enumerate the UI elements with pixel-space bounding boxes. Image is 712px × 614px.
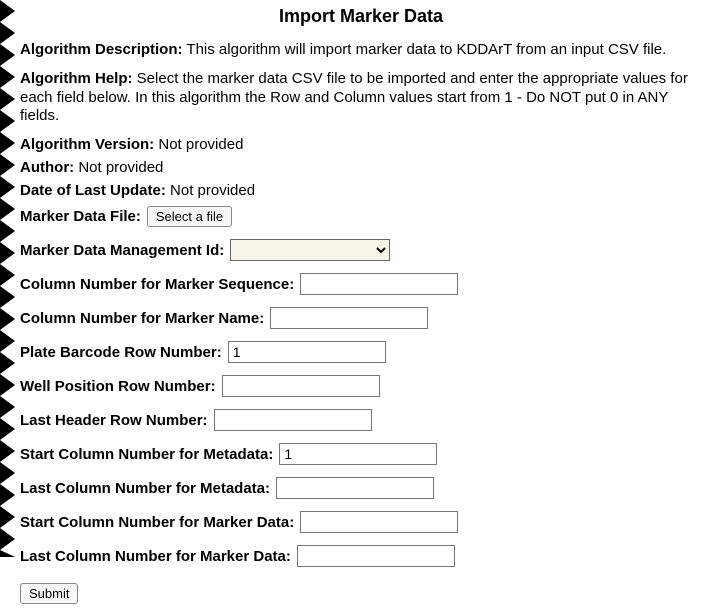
last-header-label: Last Header Row Number: <box>20 412 208 429</box>
author-label: Author: <box>20 159 74 176</box>
col-marker-name-row: Column Number for Marker Name: <box>20 307 702 329</box>
last-col-marker-data-row: Last Column Number for Marker Data: <box>20 545 702 567</box>
plate-barcode-input[interactable] <box>228 341 386 363</box>
algorithm-description: Algorithm Description: This algorithm wi… <box>20 41 702 60</box>
algorithm-description-text: This algorithm will import marker data t… <box>186 41 666 58</box>
start-col-marker-data-label: Start Column Number for Marker Data: <box>20 514 294 531</box>
well-position-input[interactable] <box>222 375 380 397</box>
algorithm-version-text: Not provided <box>158 136 243 153</box>
algorithm-help-label: Algorithm Help: <box>20 70 133 87</box>
last-header-input[interactable] <box>214 409 372 431</box>
start-col-marker-data-input[interactable] <box>300 511 458 533</box>
marker-data-file-row: Marker Data File: Select a file <box>20 206 702 227</box>
algorithm-description-label: Algorithm Description: <box>20 41 183 58</box>
start-col-metadata-row: Start Column Number for Metadata: <box>20 443 702 465</box>
algorithm-version: Algorithm Version: Not provided <box>20 136 702 155</box>
start-col-metadata-input[interactable] <box>279 443 437 465</box>
col-marker-sequence-label: Column Number for Marker Sequence: <box>20 276 294 293</box>
well-position-row: Well Position Row Number: <box>20 375 702 397</box>
algorithm-version-label: Algorithm Version: <box>20 136 154 153</box>
col-marker-sequence-row: Column Number for Marker Sequence: <box>20 273 702 295</box>
col-marker-name-input[interactable] <box>270 307 428 329</box>
marker-data-mgmt-label: Marker Data Management Id: <box>20 242 224 259</box>
last-col-metadata-label: Last Column Number for Metadata: <box>20 480 270 497</box>
well-position-label: Well Position Row Number: <box>20 378 216 395</box>
submit-button[interactable]: Submit <box>20 583 78 604</box>
author-text: Not provided <box>78 159 163 176</box>
algorithm-help: Algorithm Help: Select the marker data C… <box>20 70 702 126</box>
select-file-button[interactable]: Select a file <box>147 206 232 227</box>
date-of-last-update: Date of Last Update: Not provided <box>20 182 702 201</box>
start-col-marker-data-row: Start Column Number for Marker Data: <box>20 511 702 533</box>
col-marker-name-label: Column Number for Marker Name: <box>20 310 264 327</box>
plate-barcode-row: Plate Barcode Row Number: <box>20 341 702 363</box>
plate-barcode-label: Plate Barcode Row Number: <box>20 344 222 361</box>
last-col-metadata-input[interactable] <box>276 477 434 499</box>
marker-data-mgmt-select[interactable] <box>230 239 390 261</box>
marker-data-file-label: Marker Data File: <box>20 208 141 225</box>
marker-data-mgmt-row: Marker Data Management Id: <box>20 239 702 261</box>
col-marker-sequence-input[interactable] <box>300 273 458 295</box>
date-text: Not provided <box>170 182 255 199</box>
page-title: Import Marker Data <box>20 6 702 27</box>
author: Author: Not provided <box>20 159 702 178</box>
last-col-metadata-row: Last Column Number for Metadata: <box>20 477 702 499</box>
date-label: Date of Last Update: <box>20 182 166 199</box>
start-col-metadata-label: Start Column Number for Metadata: <box>20 446 273 463</box>
last-col-marker-data-input[interactable] <box>297 545 455 567</box>
last-col-marker-data-label: Last Column Number for Marker Data: <box>20 548 291 565</box>
last-header-row: Last Header Row Number: <box>20 409 702 431</box>
